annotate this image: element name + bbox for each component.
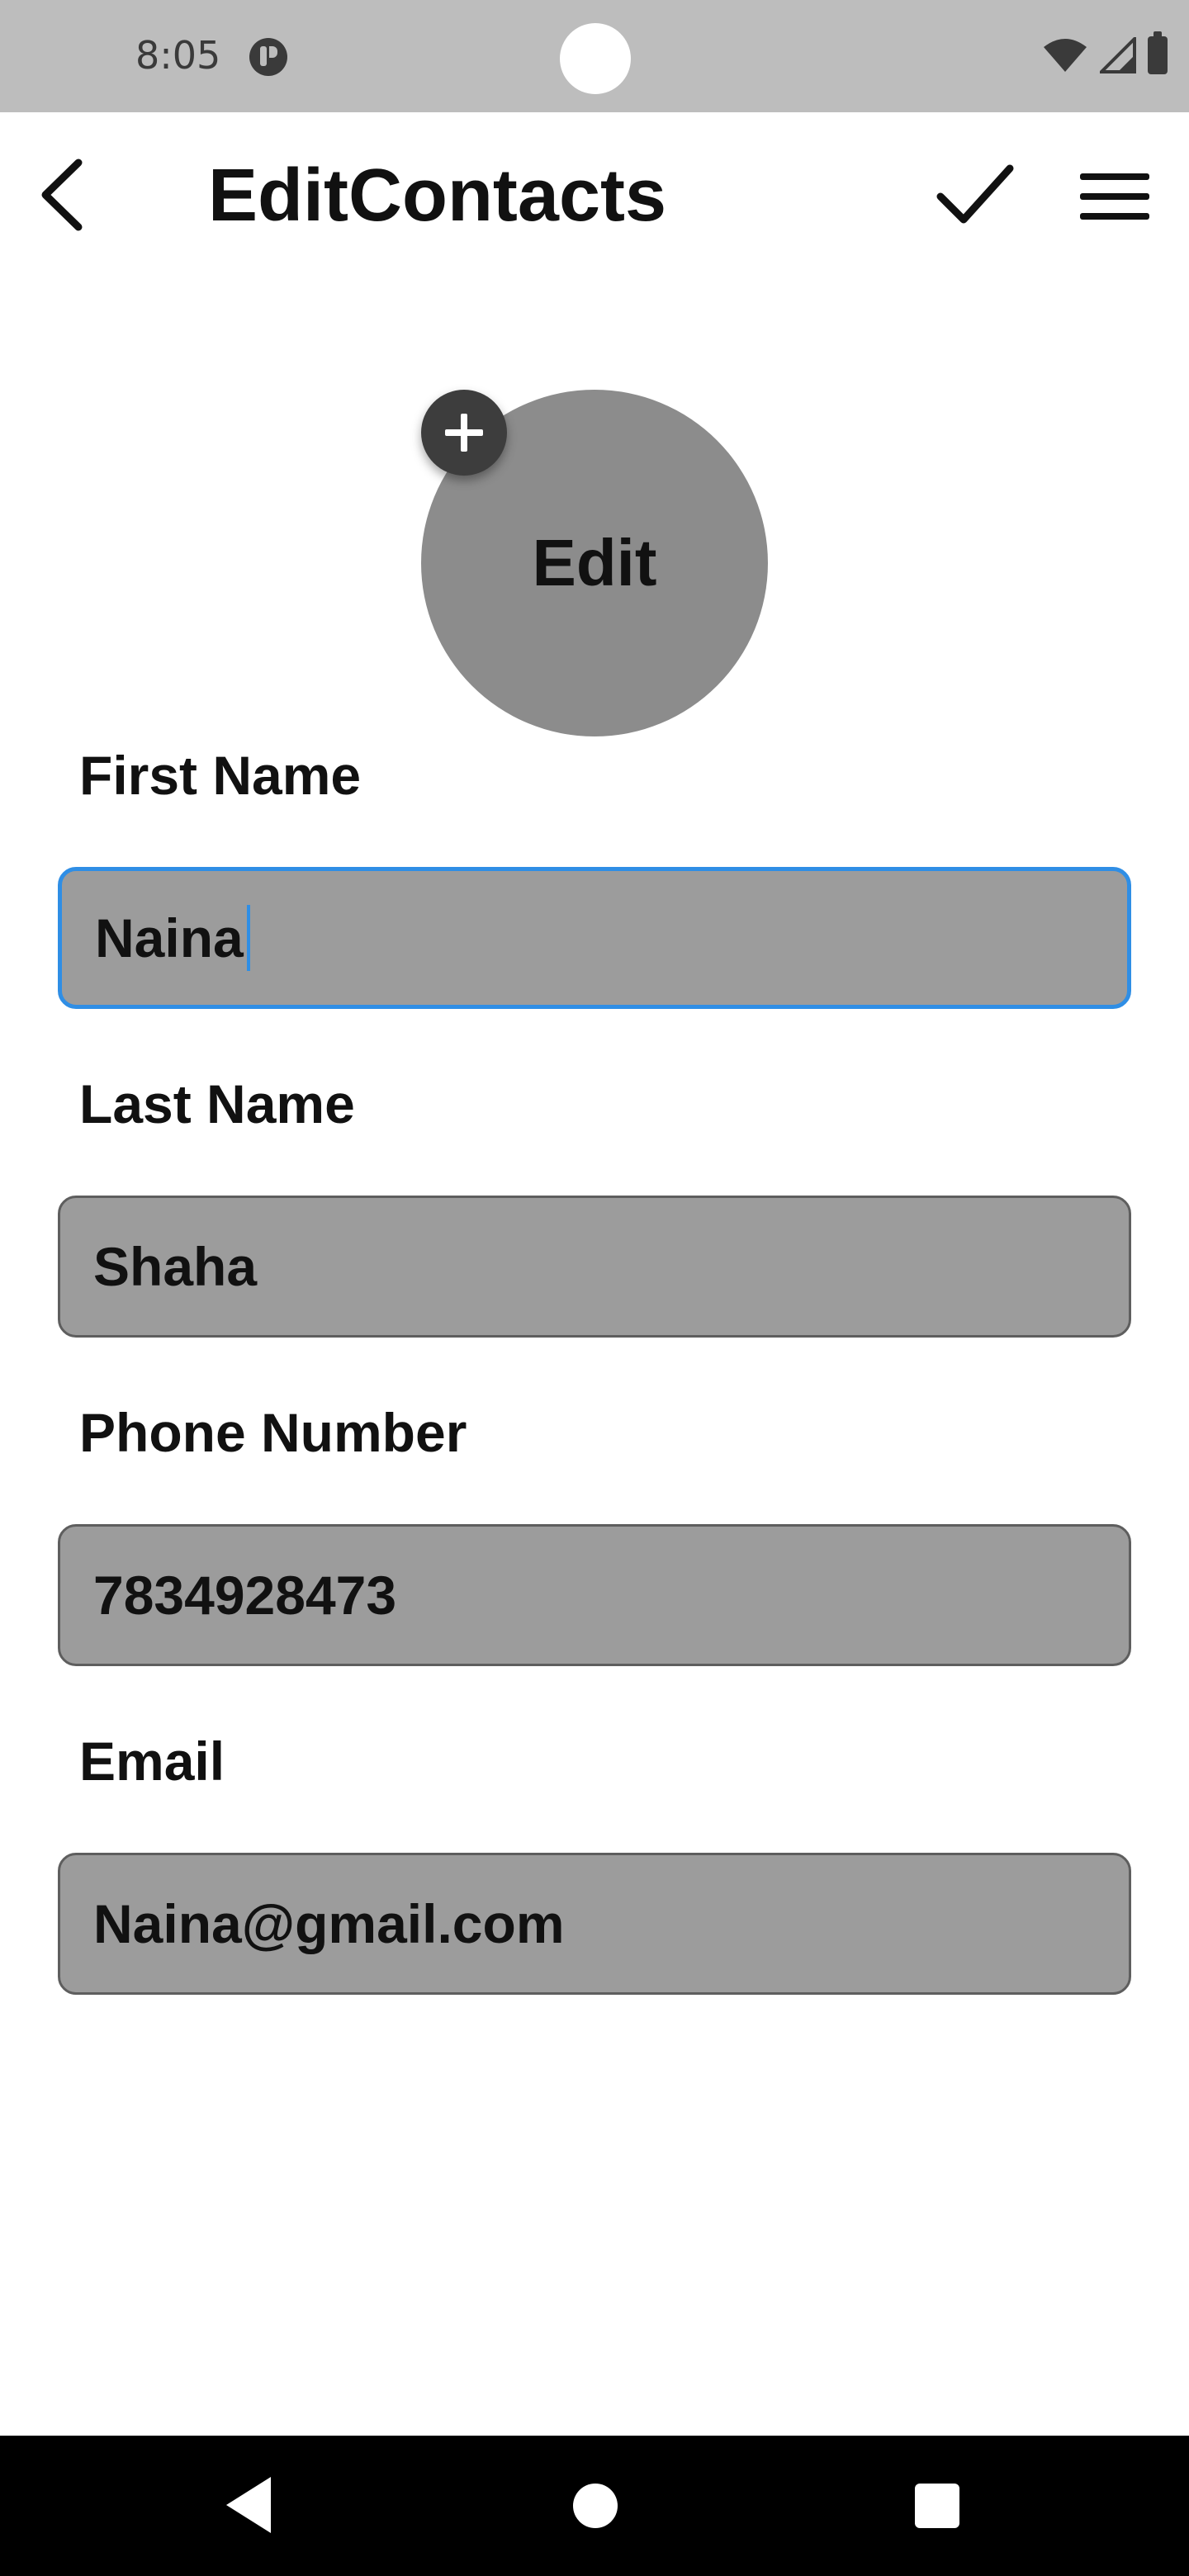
status-icons xyxy=(1042,31,1168,74)
last-name-value: Shaha xyxy=(93,1236,258,1297)
save-button[interactable] xyxy=(930,154,1021,236)
hamburger-menu-icon xyxy=(1080,173,1149,220)
signal-icon xyxy=(1100,37,1136,73)
phone-number-input[interactable]: 7834928473 xyxy=(58,1524,1131,1666)
last-name-label: Last Name xyxy=(79,1073,355,1134)
chevron-left-icon xyxy=(41,159,83,231)
avatar-label: Edit xyxy=(532,526,657,599)
system-nav-bar xyxy=(0,2436,1189,2576)
app-notification-icon xyxy=(249,38,287,76)
wifi-icon xyxy=(1044,39,1087,72)
first-name-input[interactable]: Naina xyxy=(58,867,1131,1009)
phone-number-label: Phone Number xyxy=(79,1402,467,1463)
phone-number-value: 7834928473 xyxy=(93,1565,397,1626)
email-input[interactable]: Naina@gmail.com xyxy=(58,1853,1131,1995)
nav-back-icon[interactable] xyxy=(221,2474,276,2536)
nav-recents-icon[interactable] xyxy=(915,2484,959,2528)
check-icon xyxy=(936,164,1014,224)
first-name-label: First Name xyxy=(79,745,362,806)
status-bar: 8:05 xyxy=(0,0,1189,112)
status-time: 8:05 xyxy=(135,33,221,78)
first-name-value: Naina xyxy=(95,907,244,968)
email-label: Email xyxy=(79,1731,225,1792)
page-title: EditContacts xyxy=(208,154,667,237)
email-value: Naina@gmail.com xyxy=(93,1893,565,1954)
app-bar: EditContacts xyxy=(0,112,1189,277)
back-button[interactable] xyxy=(25,154,99,236)
battery-icon xyxy=(1148,31,1168,74)
nav-home-icon[interactable] xyxy=(573,2484,618,2528)
add-photo-button[interactable] xyxy=(421,390,507,476)
plus-icon xyxy=(445,414,483,452)
last-name-input[interactable]: Shaha xyxy=(58,1196,1131,1338)
camera-cutout xyxy=(560,23,631,94)
menu-button[interactable] xyxy=(1073,157,1156,236)
text-cursor xyxy=(246,905,250,971)
